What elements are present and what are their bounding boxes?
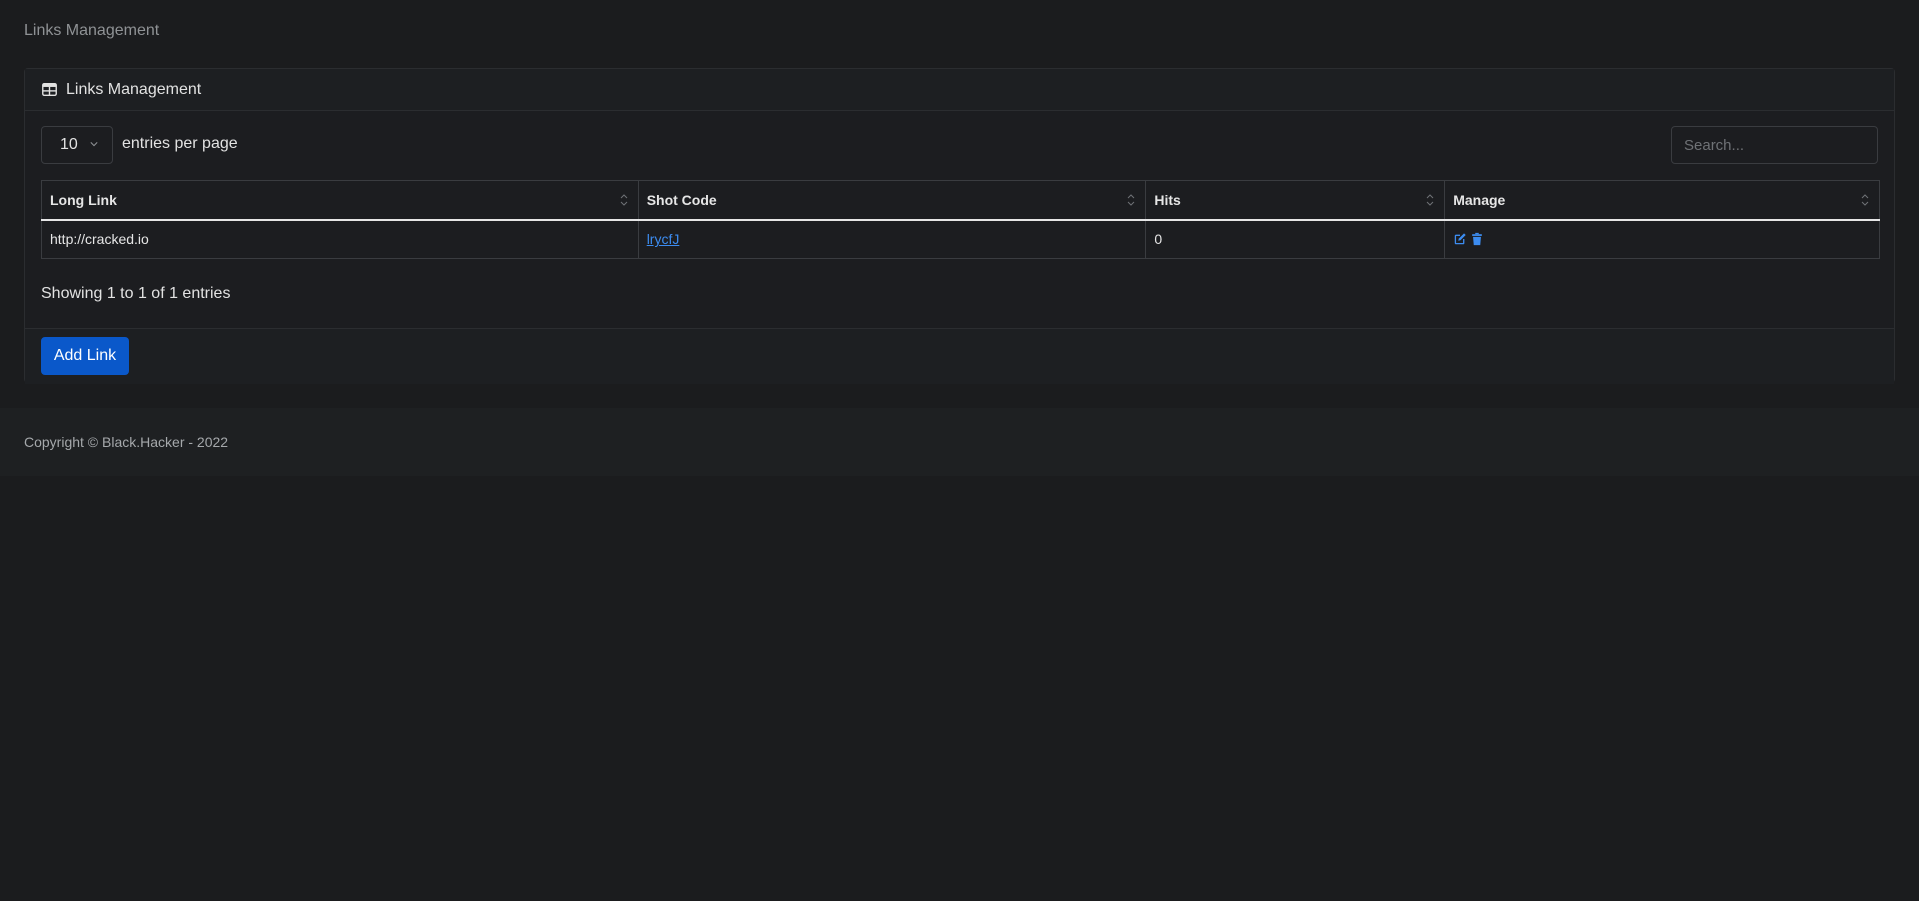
page-footer: Copyright © Black.Hacker - 2022 [0, 408, 1919, 476]
long-link-cell: http://cracked.io [41, 219, 639, 259]
table-controls: 10 entries per page [41, 126, 1878, 164]
trash-icon[interactable] [1470, 232, 1484, 246]
sort-icon [1426, 194, 1434, 206]
breadcrumb: Links Management [24, 22, 160, 39]
add-link-button[interactable]: Add Link [41, 337, 129, 375]
card-footer: Add Link [25, 328, 1894, 384]
column-header-hits[interactable]: Hits [1145, 180, 1446, 221]
sort-icon [1861, 194, 1869, 206]
column-header-shot-code[interactable]: Shot Code [637, 180, 1147, 221]
per-page-label: entries per page [122, 135, 238, 152]
column-header-long-link[interactable]: Long Link [41, 180, 639, 221]
sort-icon [1128, 194, 1135, 206]
chevron-down-icon [90, 142, 98, 147]
entries-per-page-select[interactable]: 10 [41, 126, 113, 164]
hits-cell: 0 [1145, 219, 1446, 259]
manage-actions [1453, 232, 1871, 246]
table-header-row: Long Link Shot Code Hits Manage [41, 180, 1880, 221]
sort-icon [620, 194, 628, 206]
table-icon [42, 83, 57, 96]
card-title: Links Management [66, 80, 202, 98]
column-header-manage[interactable]: Manage [1444, 180, 1880, 221]
shot-code-cell: lrycfJ [637, 219, 1147, 259]
shot-code-link[interactable]: lrycfJ [647, 231, 680, 247]
per-page-value: 10 [60, 136, 78, 153]
card-header: Links Management [25, 69, 1894, 111]
copyright-text: Copyright © Black.Hacker - 2022 [24, 434, 229, 450]
search-input[interactable] [1671, 126, 1878, 164]
entries-summary: Showing 1 to 1 of 1 entries [41, 285, 231, 302]
links-card: Links Management 10 entries per page Lon… [24, 68, 1895, 384]
table-row: http://cracked.io lrycfJ 0 [41, 219, 1880, 259]
manage-cell [1444, 219, 1880, 259]
links-table: Long Link Shot Code Hits Manage http://c… [41, 180, 1880, 259]
edit-icon[interactable] [1453, 232, 1467, 246]
